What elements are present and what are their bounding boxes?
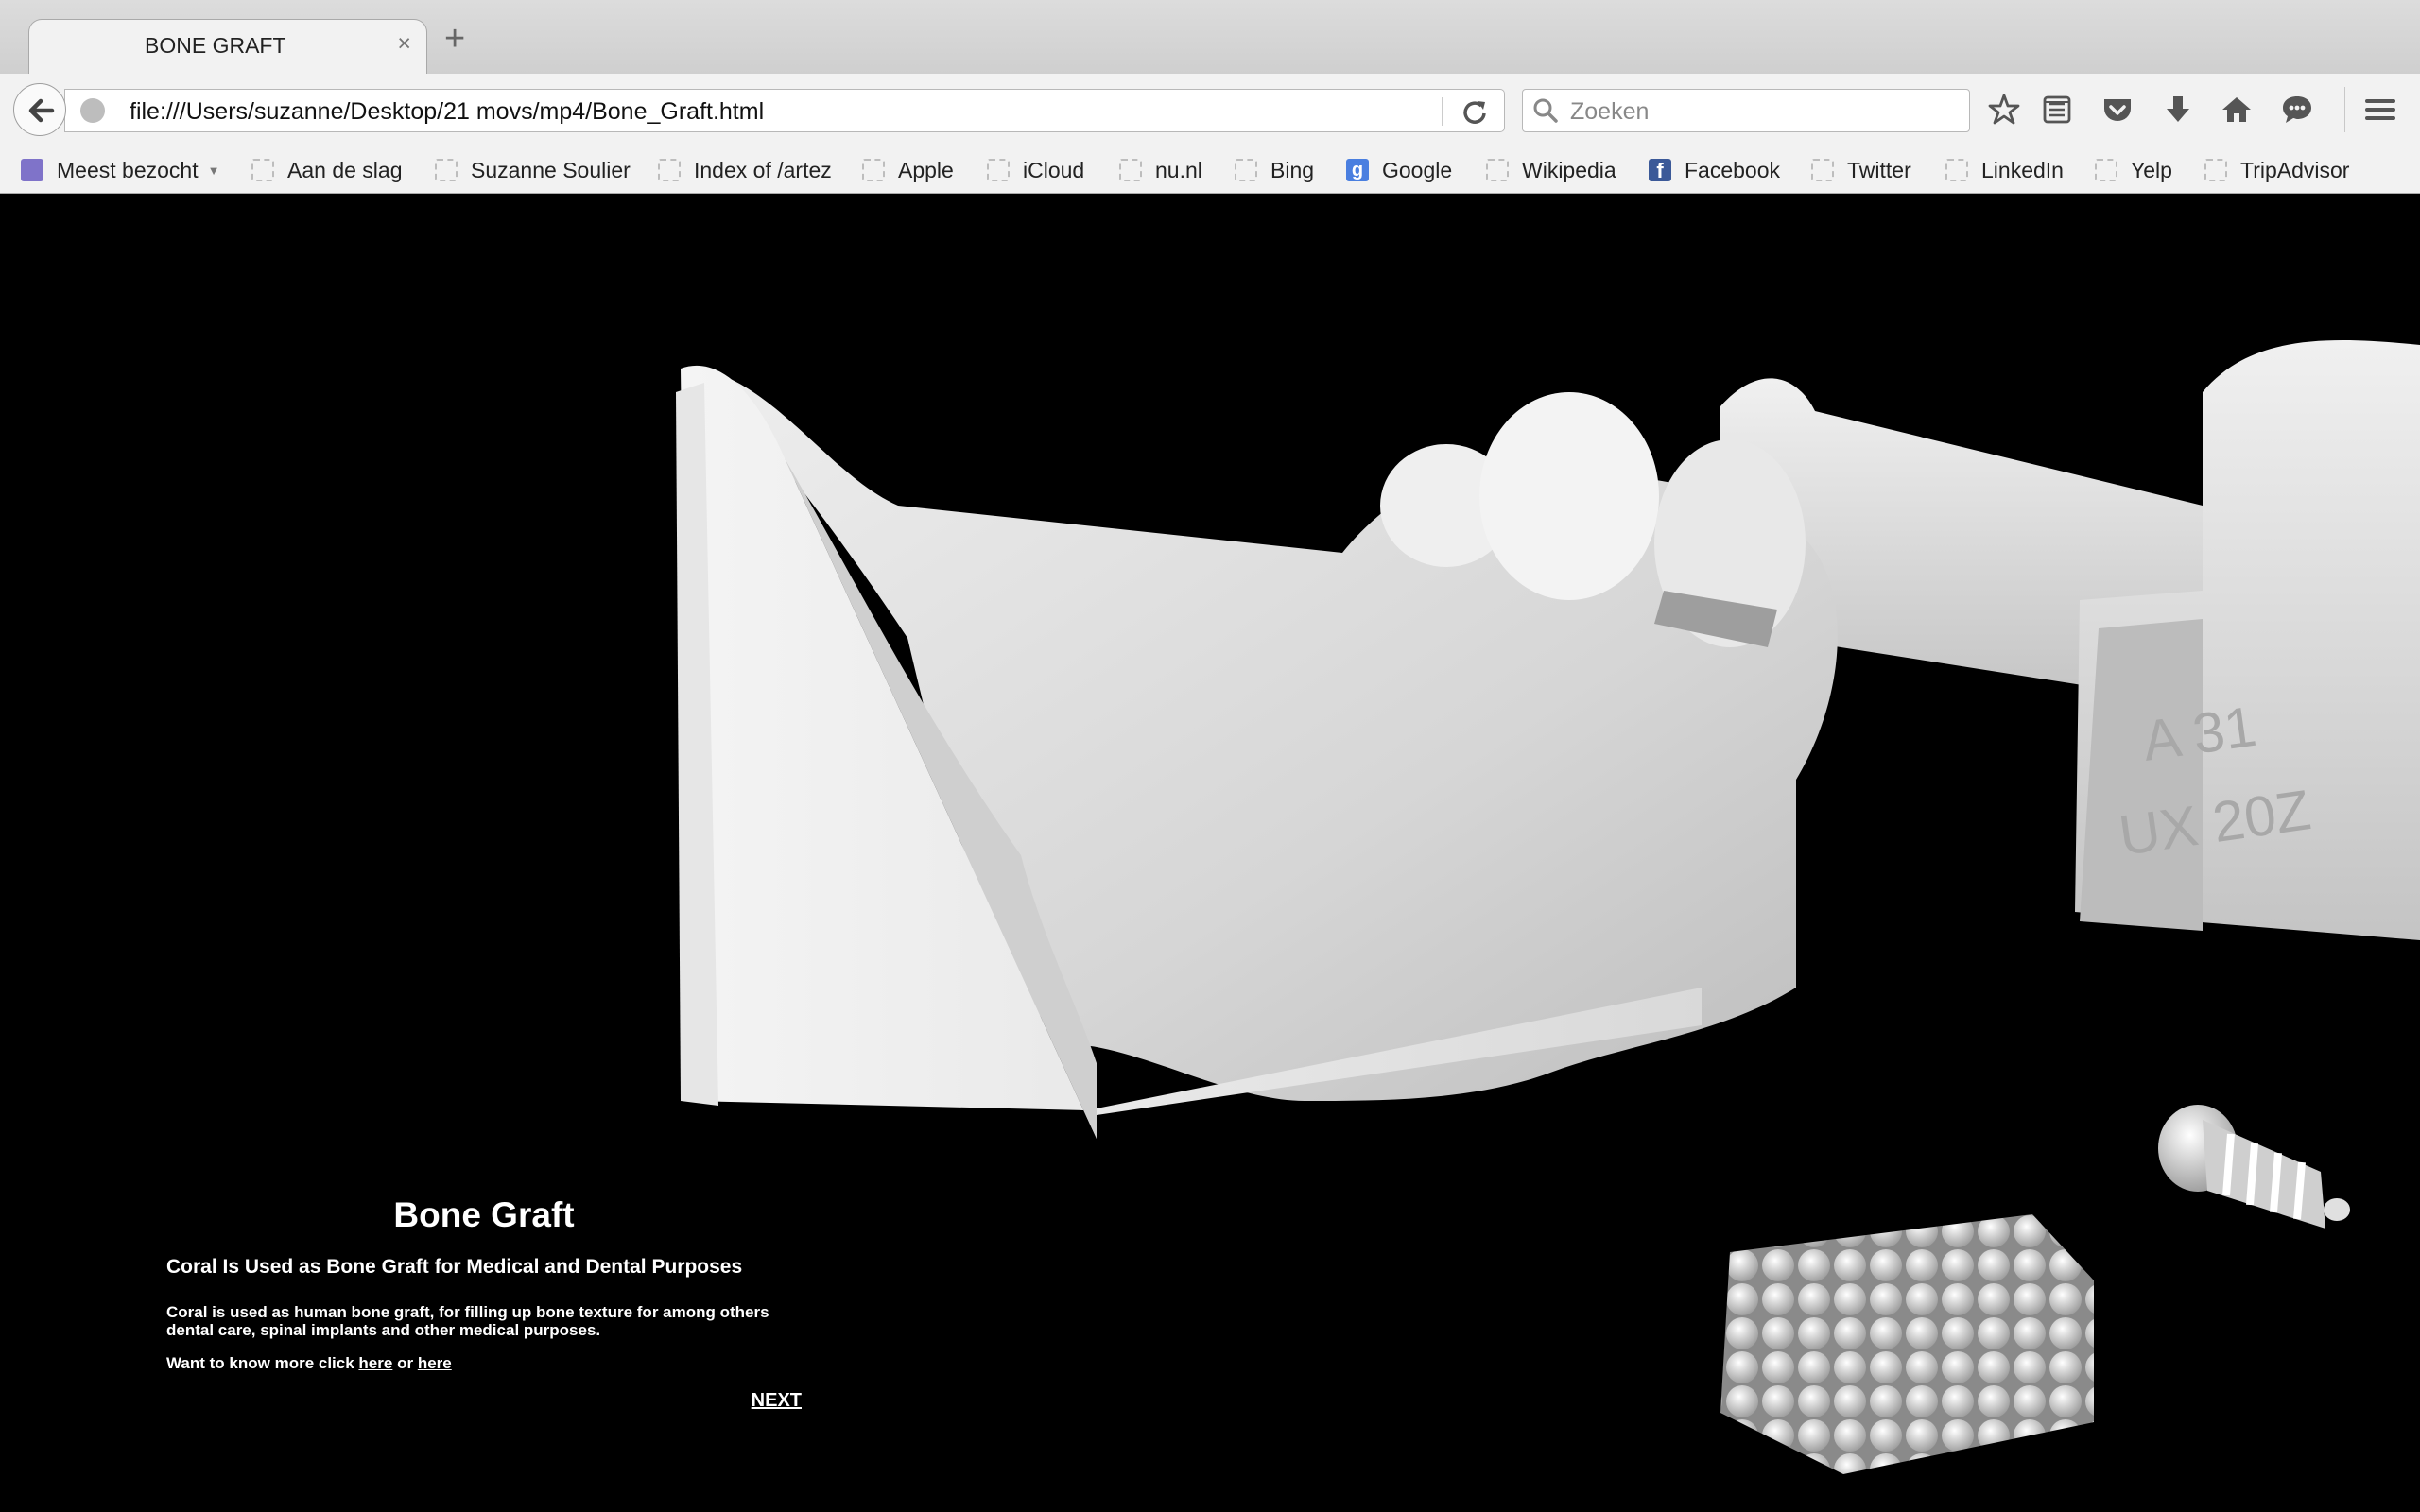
bookmark-page-icon (251, 159, 274, 181)
bookmark-label: Twitter (1847, 157, 1911, 182)
star-bookmark-icon[interactable] (1987, 93, 2021, 127)
graft-lattice-block (1720, 1214, 2094, 1474)
bookmark-label: iCloud (1023, 157, 1085, 182)
search-bar[interactable] (1522, 89, 1970, 132)
bookmark-page-icon (2204, 159, 2227, 181)
bookmark-linkedin[interactable]: LinkedIn (1945, 153, 2064, 187)
most-visited-folder-icon (21, 159, 43, 181)
url-bar[interactable]: file:///Users/suzanne/Desktop/21 movs/mp… (64, 89, 1505, 132)
bookmark-label: Apple (898, 157, 954, 182)
bookmark-page-icon (1486, 159, 1509, 181)
browser-tab[interactable]: BONE GRAFT × (28, 19, 427, 75)
bookmark-apple[interactable]: Apple (862, 153, 954, 187)
search-input[interactable] (1568, 95, 1960, 128)
bookmark-wikipedia[interactable]: Wikipedia (1486, 153, 1616, 187)
bookmark-google[interactable]: g Google (1346, 153, 1452, 187)
back-button[interactable] (13, 83, 66, 136)
bookmark-page-icon (1119, 159, 1142, 181)
page-viewport: A 31 UX 20Z Bone Graft Coral Is Used as … (0, 194, 2420, 1512)
next-button[interactable]: NEXT (752, 1390, 802, 1412)
bookmark-label: nu.nl (1155, 157, 1202, 182)
tab-title: BONE GRAFT (145, 33, 286, 58)
implant-tip (2324, 1198, 2350, 1221)
bookmark-nu-nl[interactable]: nu.nl (1119, 153, 1202, 187)
reload-icon[interactable] (1459, 95, 1491, 128)
bookmark-aan-de-slag[interactable]: Aan de slag (251, 153, 402, 187)
bookmark-label: Facebook (1685, 157, 1781, 182)
bookmark-twitter[interactable]: Twitter (1811, 153, 1911, 187)
bookmark-facebook[interactable]: f Facebook (1649, 153, 1780, 187)
bookmark-meest-bezocht[interactable]: Meest bezocht ▼ (21, 153, 219, 187)
search-icon (1533, 98, 1558, 123)
navigation-toolbar: file:///Users/suzanne/Desktop/21 movs/mp… (0, 74, 2420, 147)
bookmark-page-icon (1945, 159, 1968, 181)
toolbar-separator (2344, 87, 2345, 132)
close-tab-icon[interactable]: × (397, 30, 411, 58)
bookmark-icloud[interactable]: iCloud (987, 153, 1084, 187)
new-tab-icon[interactable]: + (444, 21, 465, 57)
download-icon[interactable] (2161, 93, 2195, 127)
right-block-shadow (2080, 619, 2203, 931)
bookmarks-toolbar: Meest bezocht ▼ Aan de slag Suzanne Soul… (0, 147, 2420, 194)
bookmark-label: TripAdvisor (2240, 157, 2350, 182)
home-icon[interactable] (2220, 93, 2254, 127)
bookmark-label: Wikipedia (1522, 157, 1616, 182)
bookmark-page-icon (658, 159, 681, 181)
bookmark-bing[interactable]: Bing (1235, 153, 1314, 187)
tooth-2 (1479, 392, 1659, 600)
more-info-text: Want to know more click (166, 1354, 354, 1372)
bookmark-label: Index of /artez (694, 157, 832, 182)
page-subtitle: Coral Is Used as Bone Graft for Medical … (166, 1256, 743, 1278)
bookmark-label: Meest bezocht (57, 157, 199, 182)
bookmark-page-icon (1235, 159, 1257, 181)
google-icon: g (1346, 159, 1369, 181)
info-panel: Bone Graft Coral Is Used as Bone Graft f… (166, 1195, 802, 1418)
more-info-link-2[interactable]: here (418, 1354, 452, 1372)
more-info-link-1[interactable]: here (358, 1354, 392, 1372)
page-description: Coral is used as human bone graft, for f… (166, 1303, 769, 1339)
chat-icon[interactable] (2280, 93, 2314, 127)
bookmark-suzanne-soulier[interactable]: Suzanne Soulier (435, 153, 631, 187)
hamburger-menu-icon[interactable] (2363, 93, 2397, 127)
facebook-icon: f (1649, 159, 1671, 182)
bookmark-page-icon (862, 159, 885, 181)
tab-strip: BONE GRAFT × + (0, 0, 2420, 75)
url-divider (1442, 97, 1443, 126)
url-text[interactable]: file:///Users/suzanne/Desktop/21 movs/mp… (130, 98, 764, 126)
site-identity-icon[interactable] (80, 98, 105, 123)
bookmark-page-icon (987, 159, 1010, 181)
bookmark-yelp[interactable]: Yelp (2095, 153, 2172, 187)
bookmark-page-icon (2095, 159, 2118, 181)
more-info-line: Want to know more click here or here (166, 1354, 802, 1373)
link-joiner-text: or (397, 1354, 414, 1372)
bookmark-label: Google (1382, 157, 1453, 182)
chevron-down-icon: ▼ (207, 163, 220, 178)
next-row: NEXT (166, 1384, 802, 1418)
bookmark-page-icon (1811, 159, 1834, 181)
implant-screw (2203, 1120, 2325, 1228)
bookmark-page-icon (435, 159, 458, 181)
bookmark-index-of-artez[interactable]: Index of /artez (658, 153, 832, 187)
bookmark-label: Yelp (2131, 157, 2172, 182)
reading-list-icon[interactable] (2040, 93, 2074, 127)
back-arrow-icon (28, 98, 55, 123)
page-title: Bone Graft (393, 1195, 575, 1234)
bookmark-label: LinkedIn (1981, 157, 2064, 182)
bookmark-tripadvisor[interactable]: TripAdvisor (2204, 153, 2349, 187)
bookmark-label: Aan de slag (287, 157, 403, 182)
bookmark-label: Suzanne Soulier (471, 157, 631, 182)
bookmark-label: Bing (1270, 157, 1315, 182)
pocket-icon[interactable] (2100, 93, 2135, 127)
